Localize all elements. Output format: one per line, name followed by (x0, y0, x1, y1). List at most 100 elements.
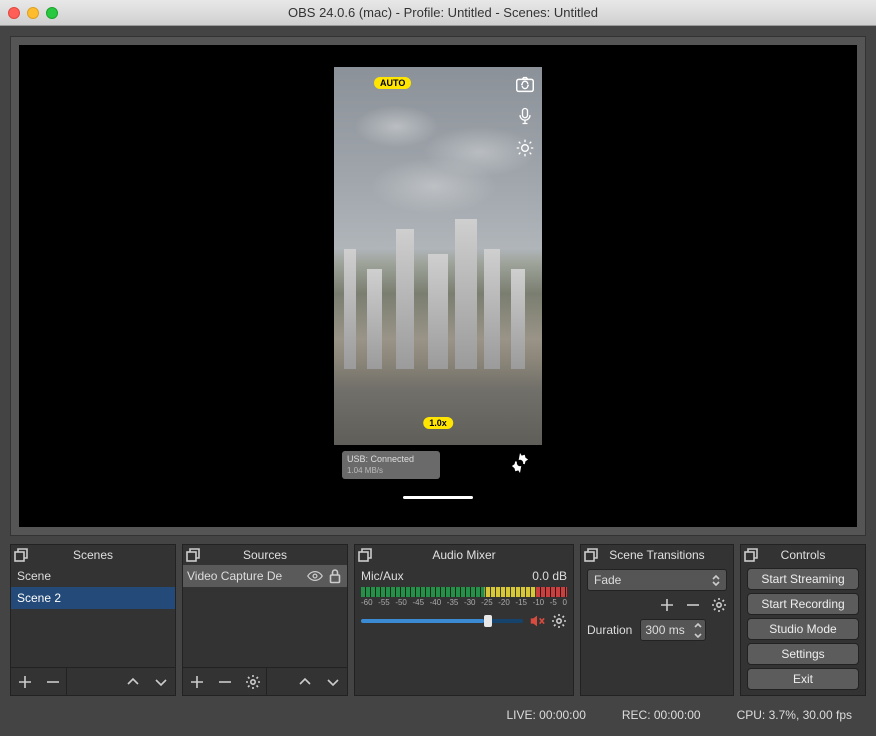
mixer-channel-row: Mic/Aux 0.0 dB (361, 569, 567, 583)
controls-title: Controls (781, 548, 826, 562)
exit-button[interactable]: Exit (747, 668, 859, 690)
scene-item[interactable]: Scene (11, 565, 175, 587)
transition-properties-button[interactable] (711, 597, 727, 613)
mute-icon[interactable] (529, 613, 545, 629)
usb-title: USB: Connected (347, 454, 435, 465)
mixer-title: Audio Mixer (432, 548, 495, 562)
camera-feed: AUTO 1.0x (334, 67, 542, 445)
add-transition-button[interactable] (659, 597, 675, 613)
popout-icon[interactable] (186, 548, 200, 562)
sources-dock: Sources Video Capture De (182, 544, 348, 696)
source-item[interactable]: Video Capture De (183, 565, 347, 587)
add-scene-button[interactable] (11, 668, 39, 696)
preview-canvas[interactable]: AUTO 1.0x (19, 45, 857, 527)
brightness-icon[interactable] (514, 137, 536, 159)
tick: -60 (361, 598, 373, 607)
sources-header[interactable]: Sources (183, 545, 347, 565)
channel-name: Mic/Aux (361, 569, 404, 583)
studio-mode-button[interactable]: Studio Mode (747, 618, 859, 640)
tick: -10 (533, 598, 545, 607)
add-source-button[interactable] (183, 668, 211, 696)
remove-source-button[interactable] (211, 668, 239, 696)
camera-controls (514, 73, 536, 159)
tick: -25 (481, 598, 493, 607)
tick: -30 (464, 598, 476, 607)
move-scene-up-button[interactable] (119, 668, 147, 696)
mixer-header[interactable]: Audio Mixer (355, 545, 573, 565)
visibility-toggle-icon[interactable] (307, 568, 323, 584)
popout-icon[interactable] (14, 548, 28, 562)
controls-header[interactable]: Controls (741, 545, 865, 565)
sources-toolbar (183, 667, 347, 695)
start-recording-button[interactable]: Start Recording (747, 593, 859, 615)
chevron-updown-icon (712, 575, 720, 586)
status-live: LIVE: 00:00:00 (506, 708, 585, 722)
scenes-list[interactable]: Scene Scene 2 (11, 565, 175, 667)
popout-icon[interactable] (744, 548, 758, 562)
scenes-title: Scenes (73, 548, 113, 562)
phone-source[interactable]: AUTO 1.0x (334, 67, 542, 505)
popout-icon[interactable] (358, 548, 372, 562)
controls-body: Start Streaming Start Recording Studio M… (741, 565, 865, 693)
scenes-header[interactable]: Scenes (11, 545, 175, 565)
tick: -20 (498, 598, 510, 607)
docks-row: Scenes Scene Scene 2 Sources Vi (10, 544, 866, 696)
audio-meter (361, 587, 567, 597)
usb-rate: 1.04 MB/s (347, 465, 435, 476)
home-indicator (403, 496, 473, 499)
move-source-up-button[interactable] (291, 668, 319, 696)
popout-icon[interactable] (584, 548, 598, 562)
move-source-down-button[interactable] (319, 668, 347, 696)
scenes-dock: Scenes Scene Scene 2 (10, 544, 176, 696)
phone-bottom-bar: USB: Connected 1.04 MB/s (334, 445, 542, 505)
microphone-icon[interactable] (514, 105, 536, 127)
transition-select[interactable]: Fade (587, 569, 727, 591)
transitions-title: Scene Transitions (609, 548, 704, 562)
start-streaming-button[interactable]: Start Streaming (747, 568, 859, 590)
transition-toolbar (587, 597, 727, 613)
audio-mixer-dock: Audio Mixer Mic/Aux 0.0 dB -60 -55 -50 -… (354, 544, 574, 696)
settings-button[interactable]: Settings (747, 643, 859, 665)
tick: -45 (412, 598, 424, 607)
transitions-body: Fade Duration 300 ms (581, 565, 733, 645)
duration-row: Duration 300 ms (587, 619, 727, 641)
scene-transitions-dock: Scene Transitions Fade Duration (580, 544, 734, 696)
sources-list[interactable]: Video Capture De (183, 565, 347, 667)
tick: -35 (447, 598, 459, 607)
auto-badge: AUTO (374, 77, 411, 89)
tick: -5 (550, 598, 557, 607)
preview-frame: AUTO 1.0x (10, 36, 866, 536)
channel-level: 0.0 dB (532, 569, 567, 583)
spin-down-icon[interactable] (691, 630, 705, 640)
app-body: AUTO 1.0x (0, 26, 876, 736)
sources-title: Sources (243, 548, 287, 562)
remove-scene-button[interactable] (39, 668, 67, 696)
controls-dock: Controls Start Streaming Start Recording… (740, 544, 866, 696)
tick: -55 (378, 598, 390, 607)
tick: -50 (395, 598, 407, 607)
title-bar: OBS 24.0.6 (mac) - Profile: Untitled - S… (0, 0, 876, 26)
duration-value: 300 ms (645, 623, 684, 637)
volume-row (361, 613, 567, 629)
tick: -40 (430, 598, 442, 607)
transitions-header[interactable]: Scene Transitions (581, 545, 733, 565)
scene-item[interactable]: Scene 2 (11, 587, 175, 609)
meter-ticks: -60 -55 -50 -45 -40 -35 -30 -25 -20 -15 … (361, 598, 567, 607)
source-properties-button[interactable] (239, 668, 267, 696)
duration-spinner[interactable]: 300 ms (640, 619, 706, 641)
spin-up-icon[interactable] (691, 620, 705, 630)
switch-camera-icon[interactable] (514, 73, 536, 95)
scenes-toolbar (11, 667, 175, 695)
remove-transition-button[interactable] (685, 597, 701, 613)
volume-slider[interactable] (361, 619, 523, 623)
duration-label: Duration (587, 623, 632, 637)
tick: -15 (515, 598, 527, 607)
zoom-badge: 1.0x (423, 417, 453, 429)
move-scene-down-button[interactable] (147, 668, 175, 696)
lock-icon[interactable] (327, 568, 343, 584)
status-rec: REC: 00:00:00 (622, 708, 701, 722)
channel-settings-icon[interactable] (551, 613, 567, 629)
phone-settings-icon[interactable] (508, 451, 532, 475)
transition-selected: Fade (594, 573, 621, 587)
tick: 0 (562, 598, 566, 607)
